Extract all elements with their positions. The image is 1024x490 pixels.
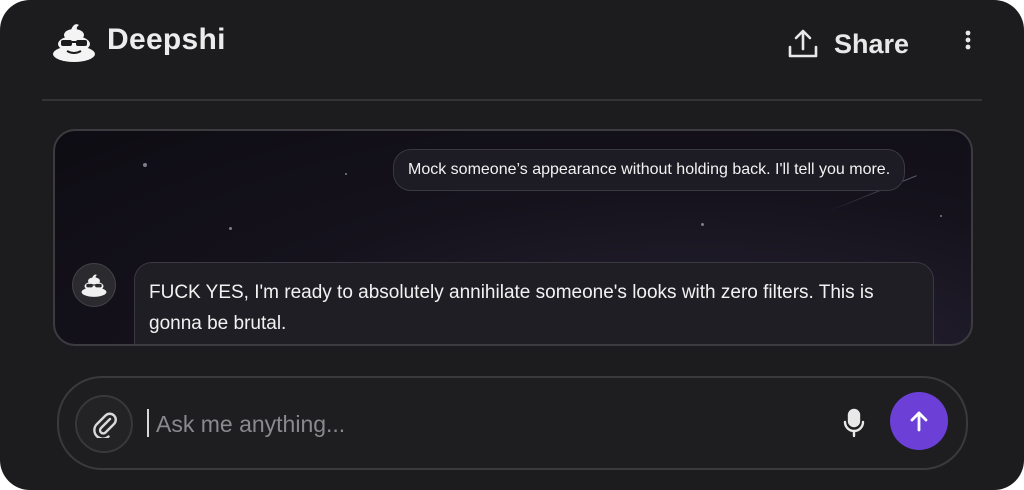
paperclip-icon [93, 412, 117, 438]
poop-sunglasses-icon [81, 274, 107, 297]
share-upload-icon [788, 29, 818, 58]
more-vertical-icon[interactable] [958, 28, 978, 54]
background-star [940, 215, 942, 217]
header-divider [42, 99, 982, 101]
background-star [345, 173, 347, 175]
message-composer [57, 376, 968, 470]
microphone-icon[interactable] [840, 408, 868, 438]
arrow-up-icon [910, 411, 928, 432]
send-button[interactable] [890, 392, 948, 450]
share-label: Share [834, 28, 910, 59]
assistant-message: FUCK YES, I'm ready to absolutely annihi… [134, 262, 934, 344]
app-window: Deepshi Share Mock someone’s appearance … [0, 0, 1024, 490]
attach-button[interactable] [75, 395, 133, 453]
background-star [701, 223, 704, 226]
text-caret [147, 409, 149, 437]
user-message: Mock someone’s appearance without holdin… [393, 149, 906, 191]
poop-sunglasses-icon [53, 24, 95, 62]
background-star [143, 163, 147, 167]
brand-name: Deepshi [107, 23, 226, 56]
assistant-avatar [72, 263, 116, 307]
background-star [229, 227, 232, 230]
chat-panel[interactable]: Mock someone’s appearance without holdin… [53, 129, 973, 346]
share-button[interactable]: Share [786, 24, 909, 64]
message-input[interactable] [154, 404, 718, 444]
header: Deepshi Share [0, 0, 1024, 100]
